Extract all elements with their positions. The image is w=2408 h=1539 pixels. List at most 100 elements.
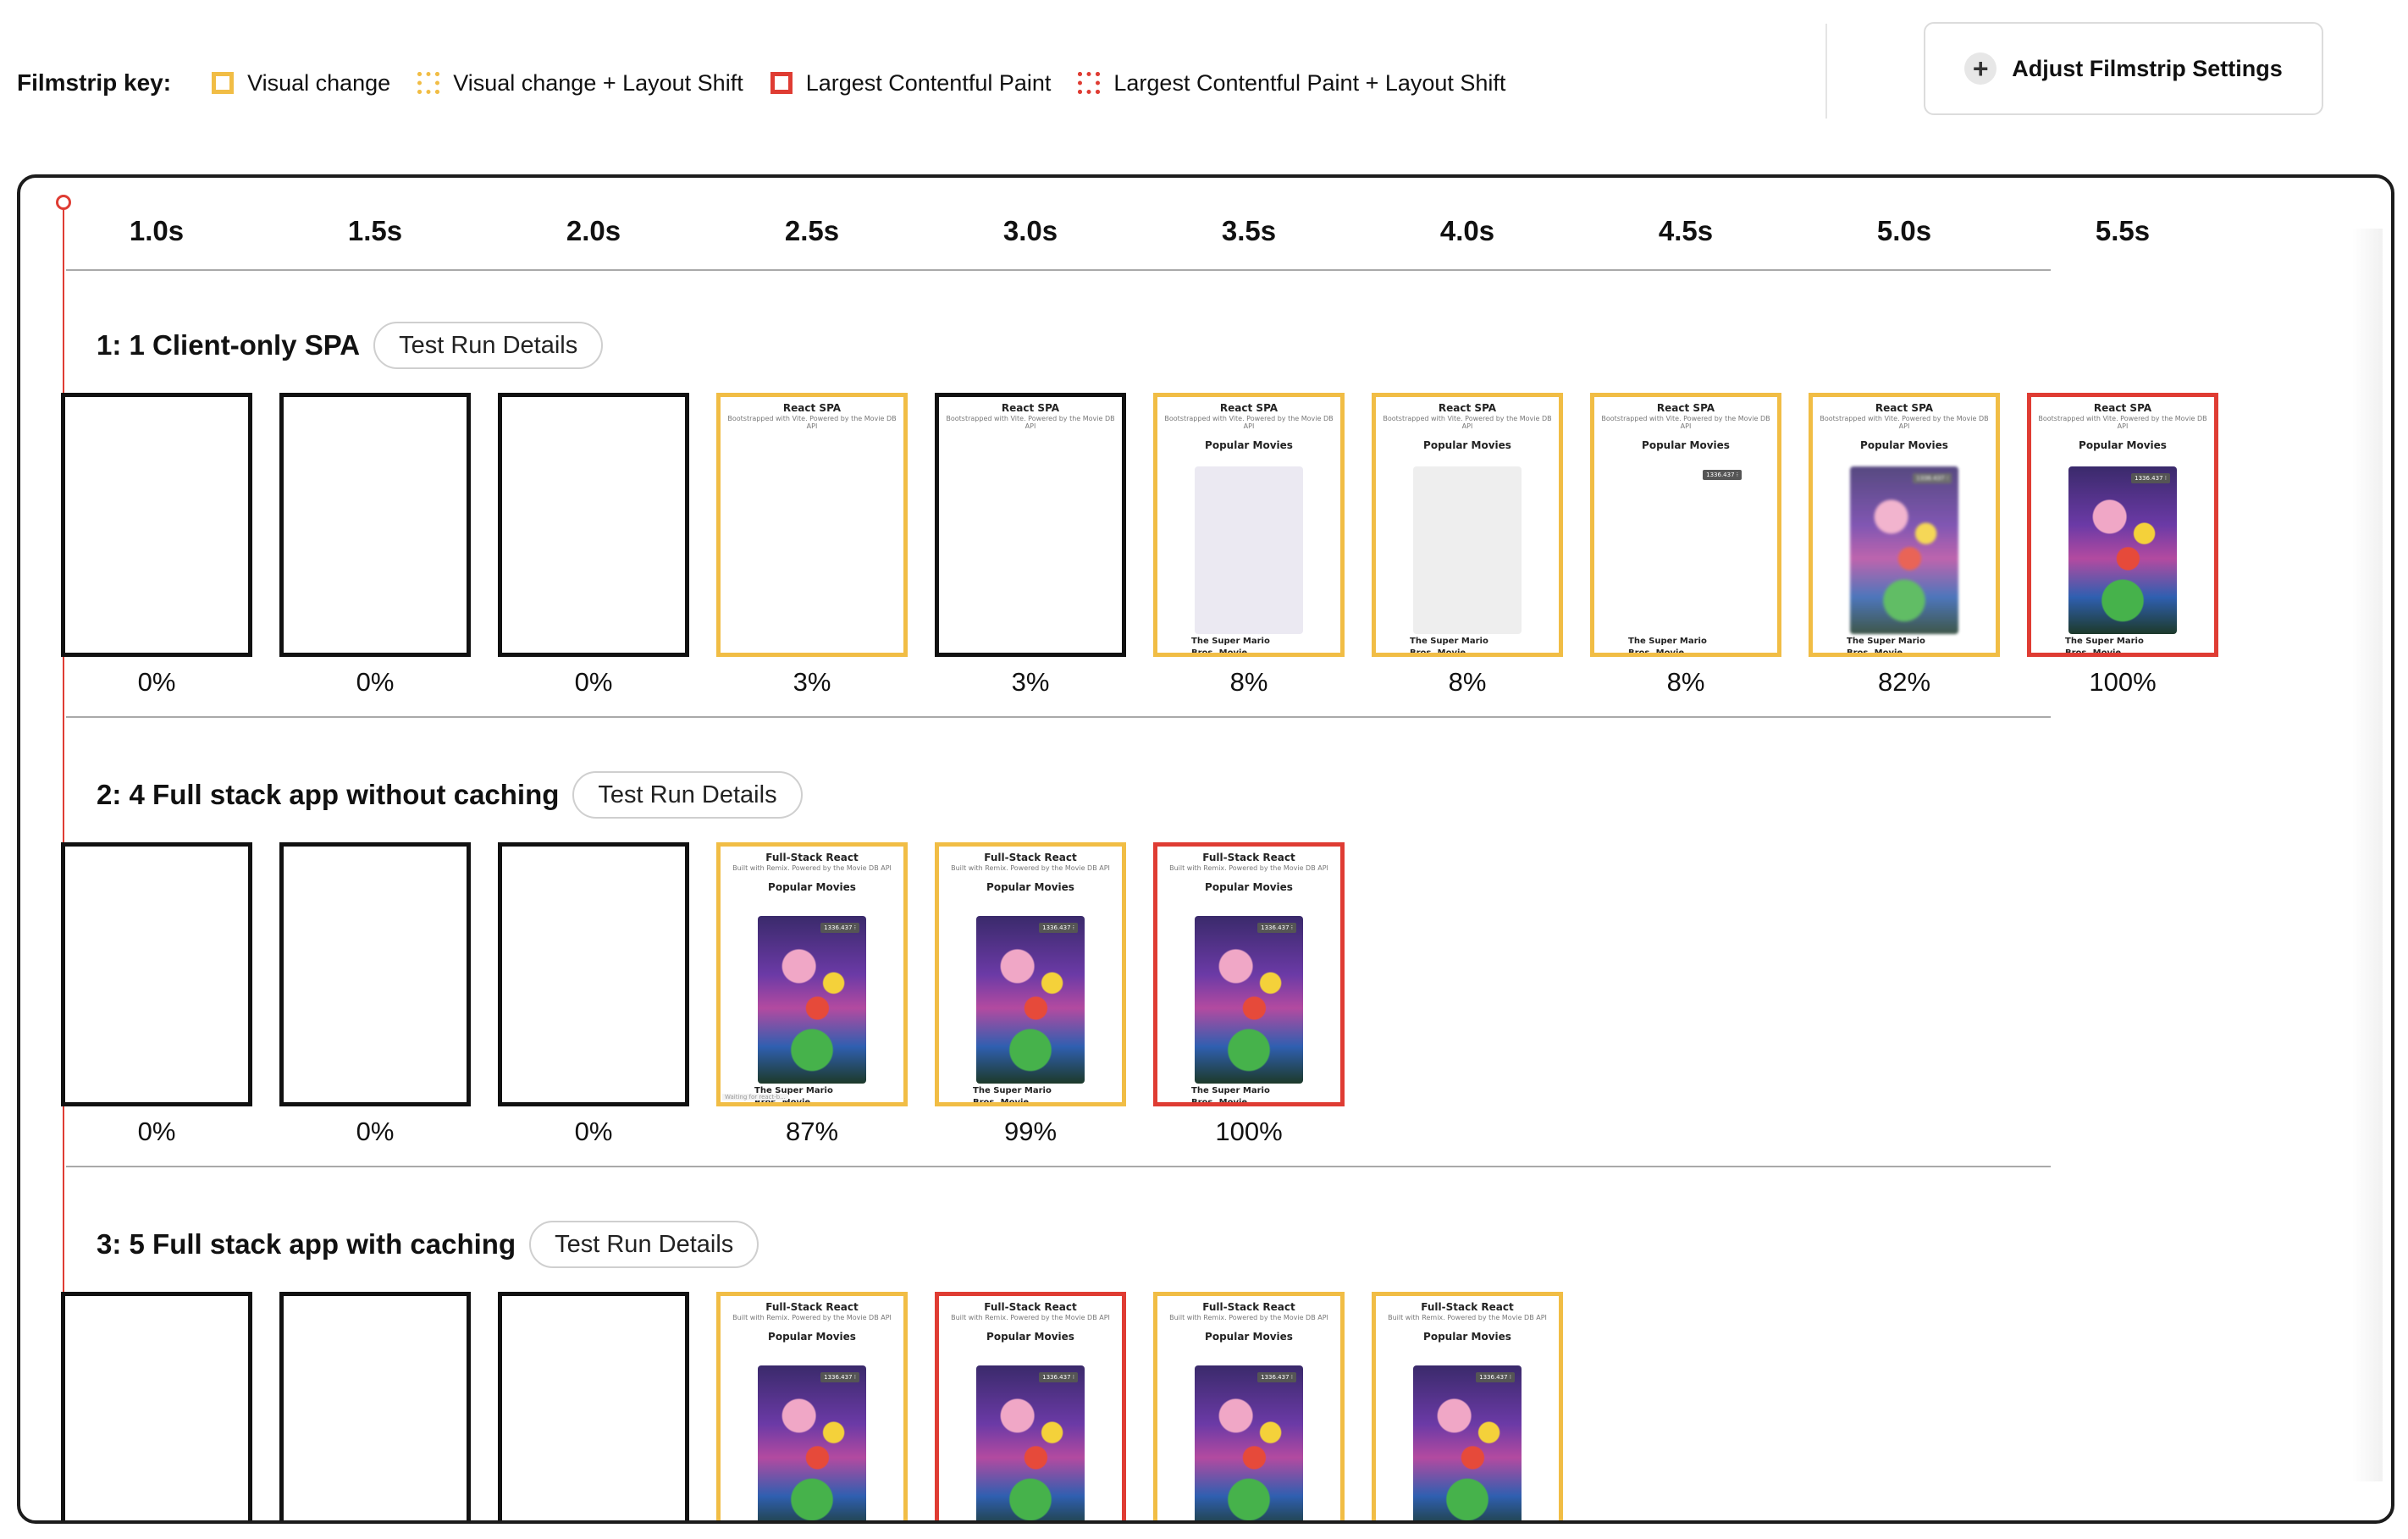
filmstrip-frame[interactable] bbox=[498, 842, 689, 1106]
thumbnail-heading: Full-Stack React bbox=[1202, 852, 1295, 863]
filmstrip-frame[interactable]: React SPA Bootstrapped with Vite. Powered… bbox=[1809, 393, 2000, 657]
status-bar-text: Waiting for react-b... bbox=[722, 1094, 788, 1100]
movie-title: The Super Mario Bros. Movie bbox=[1847, 637, 1925, 657]
thumbnail-section-title: Popular Movies bbox=[986, 880, 1074, 893]
filmstrip-frame[interactable] bbox=[279, 842, 471, 1106]
time-label: 1.0s bbox=[129, 215, 185, 246]
movie-title: The Super Mario Bros. Movie bbox=[973, 1086, 1052, 1106]
thumbnail-subtitle: Built with Remix. Powered by the Movie D… bbox=[1169, 1314, 1328, 1321]
thumbnail-heading: React SPA bbox=[1656, 402, 1715, 414]
filmstrip-frame[interactable]: React SPA Bootstrapped with Vite. Powered… bbox=[716, 393, 908, 657]
page-thumbnail: Full-Stack React Built with Remix. Powere… bbox=[721, 1296, 903, 1520]
filmstrip-frame[interactable]: Full-Stack React Built with Remix. Powere… bbox=[935, 1292, 1126, 1520]
time-label: 5.0s bbox=[1876, 215, 1932, 246]
visual-progress-percent: 3% bbox=[1011, 667, 1050, 697]
thumbnail-section-title: Popular Movies bbox=[1205, 1330, 1293, 1343]
rating-badge: 1336.437 ⁝ bbox=[1257, 923, 1296, 933]
page-thumbnail: Full-Stack React Built with Remix. Powere… bbox=[1376, 1296, 1559, 1520]
page-thumbnail: Full-Stack React Built with Remix. Powere… bbox=[1157, 847, 1340, 1102]
filmstrip-frame[interactable]: React SPA Bootstrapped with Vite. Powered… bbox=[2027, 393, 2218, 657]
filmstrip-frame[interactable]: React SPA Bootstrapped with Vite. Powered… bbox=[1372, 393, 1563, 657]
filmstrip-frame[interactable]: Full-Stack React Built with Remix. Powere… bbox=[716, 842, 908, 1106]
rating-badge: 1336.437 ⁝ bbox=[820, 1372, 859, 1382]
movie-title: The Super Mario Bros. Movie bbox=[1191, 637, 1270, 657]
adjust-filmstrip-settings-button[interactable]: + Adjust Filmstrip Settings bbox=[1924, 22, 2323, 115]
row-title: 3: 5 Full stack app with caching bbox=[97, 1228, 516, 1260]
filmstrip-frame[interactable]: Full-Stack React Built with Remix. Powere… bbox=[1153, 842, 1345, 1106]
rating-badge: 1336.437 ⁝ bbox=[1039, 1372, 1078, 1382]
filmstrip-frame[interactable] bbox=[61, 1292, 252, 1520]
row-divider bbox=[66, 716, 2051, 718]
test-run-details-button[interactable]: Test Run Details bbox=[373, 322, 604, 369]
thumbnail-subtitle: Built with Remix. Powered by the Movie D… bbox=[732, 864, 892, 872]
filmstrip-frame[interactable]: React SPA Bootstrapped with Vite. Powered… bbox=[935, 393, 1126, 657]
rating-badge: 1336.437 ⁝ bbox=[1703, 470, 1742, 480]
page-thumbnail: React SPA Bootstrapped with Vite. Powered… bbox=[1157, 397, 1340, 653]
row-header: 1: 1 Client-only SPA Test Run Details bbox=[97, 322, 604, 369]
thumbnail-section-title: Popular Movies bbox=[2079, 439, 2167, 451]
visual-progress-percent: 99% bbox=[1003, 1117, 1058, 1146]
thumbnail-heading: React SPA bbox=[1001, 402, 1060, 414]
key-largest-contentful-paint: Largest Contentful Paint bbox=[770, 70, 1051, 97]
rating-badge: 1336.437 ⁝ bbox=[1476, 1372, 1515, 1382]
thumbnail-section-title: Popular Movies bbox=[768, 880, 856, 893]
filmstrip-frame[interactable] bbox=[498, 1292, 689, 1520]
visual-progress-percent: 0% bbox=[574, 667, 613, 697]
time-label: 2.5s bbox=[784, 215, 840, 246]
movie-title: The Super Mario Bros. Movie bbox=[1628, 637, 1707, 657]
movie-poster bbox=[1195, 466, 1303, 634]
row-divider bbox=[66, 1166, 2051, 1167]
thumbnail-section-title: Popular Movies bbox=[986, 1330, 1074, 1343]
movie-poster: 1336.437 ⁝ bbox=[1413, 1365, 1522, 1520]
page-thumbnail: React SPA Bootstrapped with Vite. Powered… bbox=[1813, 397, 1996, 653]
movie-poster: 1336.437 ⁝ bbox=[1850, 466, 1958, 634]
adjust-filmstrip-settings-label: Adjust Filmstrip Settings bbox=[2012, 55, 2283, 81]
key-lcp-layout-shift: Largest Contentful Paint + Layout Shift bbox=[1078, 70, 1505, 97]
time-label: 4.0s bbox=[1439, 215, 1495, 246]
visual-progress-percent: 0% bbox=[137, 667, 176, 697]
visual-progress-percent: 0% bbox=[137, 1117, 176, 1146]
visual-progress-percent: 3% bbox=[793, 667, 831, 697]
thumbnail-heading: Full-Stack React bbox=[984, 852, 1077, 863]
page-thumbnail: Full-Stack React Built with Remix. Powere… bbox=[939, 847, 1122, 1102]
key-label: Visual change bbox=[247, 69, 391, 96]
filmstrip-frame[interactable]: React SPA Bootstrapped with Vite. Powered… bbox=[1590, 393, 1781, 657]
filmstrip-panel: 1.0s 1.5s 2.0s 2.5s 3.0s 3.5s 4.0s 4.5s 5.0s 5.5s… bbox=[17, 174, 2394, 1524]
filmstrip-frame[interactable]: React SPA Bootstrapped with Vite. Powered… bbox=[1153, 393, 1345, 657]
key-label: Visual change + Layout Shift bbox=[453, 69, 743, 96]
filmstrip-frame[interactable]: Full-Stack React Built with Remix. Powere… bbox=[1153, 1292, 1345, 1520]
thumbnail-heading: React SPA bbox=[1875, 402, 1934, 414]
page-thumbnail: Full-Stack React Built with Remix. Powere… bbox=[1157, 1296, 1340, 1520]
thumbnail-heading: React SPA bbox=[2093, 402, 2152, 414]
time-label: 1.5s bbox=[347, 215, 403, 246]
movie-title: The Super Mario Bros. Movie bbox=[2065, 637, 2144, 657]
row-divider bbox=[66, 269, 2051, 271]
time-label: 3.5s bbox=[1221, 215, 1277, 246]
movie-title: The Super Mario Bros. Movie bbox=[1191, 1086, 1270, 1106]
filmstrip-frame[interactable] bbox=[498, 393, 689, 657]
filmstrip-frame[interactable]: Full-Stack React Built with Remix. Powere… bbox=[935, 842, 1126, 1106]
filmstrip-frame[interactable] bbox=[61, 842, 252, 1106]
filmstrip-frame[interactable] bbox=[279, 1292, 471, 1520]
visual-progress-percent: 100% bbox=[2089, 667, 2157, 697]
test-run-details-button[interactable]: Test Run Details bbox=[529, 1221, 759, 1268]
visual-change-swatch bbox=[212, 72, 235, 94]
movie-poster: 1336.437 ⁝ bbox=[1195, 916, 1303, 1084]
filmstrip-frame[interactable] bbox=[279, 393, 471, 657]
thumbnail-heading: React SPA bbox=[1438, 402, 1497, 414]
filmstrip-frame[interactable]: Full-Stack React Built with Remix. Powere… bbox=[1372, 1292, 1563, 1520]
thumbnail-heading: Full-Stack React bbox=[765, 852, 859, 863]
thumbnail-heading: React SPA bbox=[782, 402, 842, 414]
thumbnail-section-title: Popular Movies bbox=[1205, 439, 1293, 451]
visual-progress-percent: 8% bbox=[1229, 667, 1268, 697]
visual-progress-percent: 87% bbox=[785, 1117, 839, 1146]
filmstrip-frame[interactable]: Full-Stack React Built with Remix. Powere… bbox=[716, 1292, 908, 1520]
thumbnail-heading: Full-Stack React bbox=[984, 1301, 1077, 1313]
filmstrip-frame[interactable] bbox=[61, 393, 252, 657]
thumbnail-section-title: Popular Movies bbox=[1423, 439, 1511, 451]
test-run-details-button[interactable]: Test Run Details bbox=[572, 771, 803, 819]
thumbnail-section-title: Popular Movies bbox=[1860, 439, 1948, 451]
visual-progress-percent: 82% bbox=[1877, 667, 1931, 697]
visual-progress-percent: 0% bbox=[356, 1117, 395, 1146]
thumbnail-subtitle: Built with Remix. Powered by the Movie D… bbox=[951, 1314, 1110, 1321]
